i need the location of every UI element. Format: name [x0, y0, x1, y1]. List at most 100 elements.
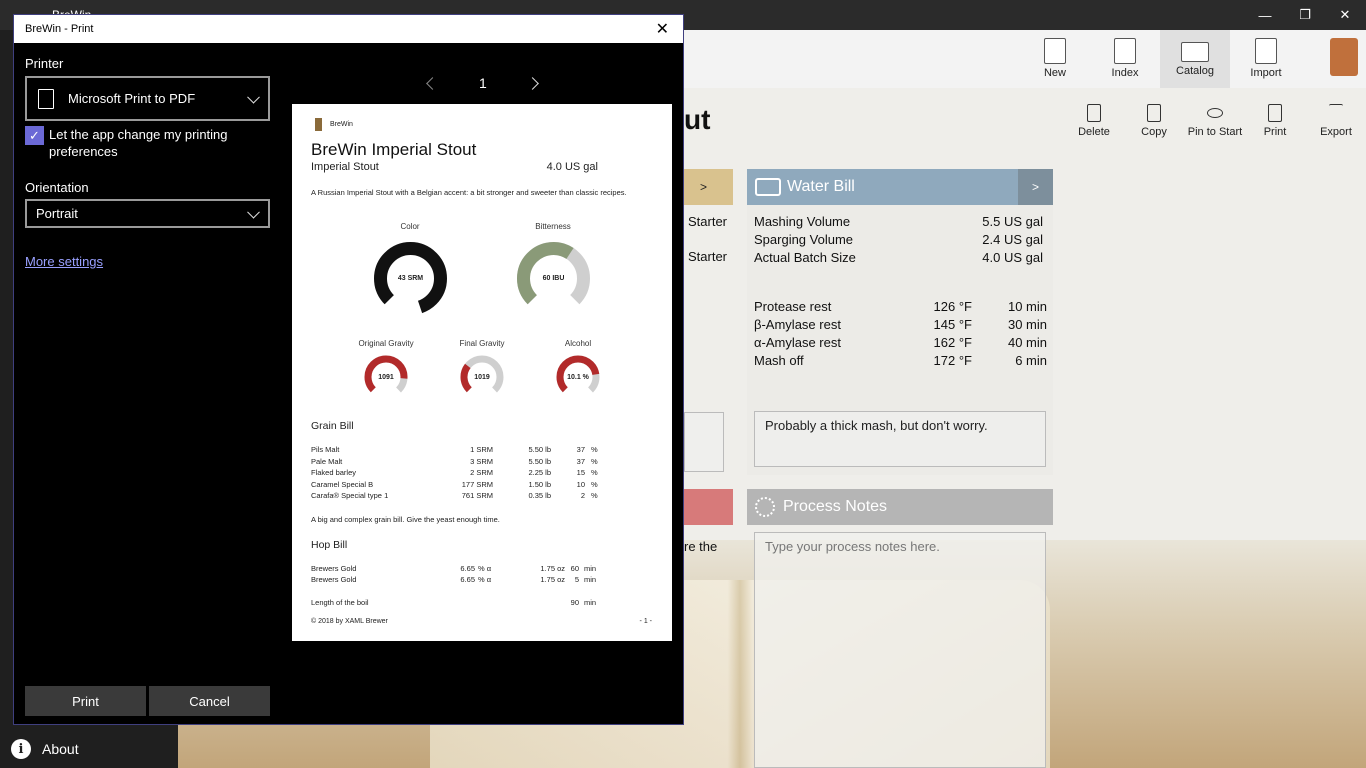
hop-name: Brewers Gold [311, 564, 357, 573]
clipboard-icon[interactable] [1330, 38, 1358, 76]
grain-weight: 5.50 lb [528, 457, 551, 466]
export-button[interactable]: Export [1306, 104, 1366, 138]
grain-pct: 37 [576, 445, 585, 454]
import-icon [1255, 38, 1277, 64]
left-panel-header: > [684, 169, 733, 205]
grain-color: 2 SRM [470, 468, 493, 477]
beer-glass-icon [315, 118, 322, 131]
grain-bill-title: Grain Bill [311, 420, 354, 432]
close-dialog-button[interactable]: ✕ [656, 19, 669, 39]
water-bill-expand[interactable]: > [1018, 169, 1053, 205]
rest-temp: 145 °F [933, 317, 972, 332]
rest-time: 10 min [1007, 299, 1047, 314]
preview-title: BreWin Imperial Stout [311, 140, 477, 159]
print-dialog-title: BreWin - Print [25, 23, 94, 35]
gauge-value: 43 SRM [397, 275, 424, 282]
process-notes-title: Process Notes [783, 498, 888, 515]
hop-alpha: 6.65 [460, 575, 475, 584]
grain-weight: 5.50 lb [528, 445, 551, 454]
chevron-down-icon [247, 205, 260, 219]
catalog-button[interactable]: Catalog [1160, 30, 1230, 88]
left-panel-row: Starter [688, 214, 728, 229]
gauge-label: Original Gravity [358, 339, 414, 348]
chevron-down-icon [247, 90, 260, 104]
process-notes-input[interactable]: Type your process notes here. [754, 532, 1046, 768]
previous-page-icon[interactable] [426, 77, 439, 90]
trash-icon [1087, 104, 1101, 122]
print-button[interactable]: Print [25, 686, 146, 716]
hop-bill-title: Hop Bill [311, 539, 348, 551]
water-note[interactable]: Probably a thick mash, but don't worry. [754, 411, 1046, 467]
hop-weight: 1.75 oz [540, 564, 565, 573]
export-icon [1329, 104, 1343, 122]
copy-button[interactable]: Copy [1124, 104, 1184, 138]
rest-name: Mash off [754, 353, 804, 368]
hop-row: Brewers Gold 6.65 % α 1.75 oz 5 min [311, 575, 601, 586]
hop-name: Brewers Gold [311, 575, 357, 584]
new-label: New [1043, 67, 1066, 79]
grain-pct: 15 [576, 468, 585, 477]
water-row-value: 2.4 US gal [982, 232, 1043, 247]
hop-alpha-unit: % α [478, 564, 492, 573]
grain-color: 1 SRM [470, 445, 493, 454]
orientation-select[interactable]: Portrait [25, 199, 270, 228]
preview-description: A Russian Imperial Stout with a Belgian … [311, 188, 627, 197]
new-button[interactable]: New [1020, 30, 1090, 88]
grain-color: 3 SRM [470, 457, 493, 466]
cancel-button[interactable]: Cancel [149, 686, 270, 716]
water-row-name: Mashing Volume [754, 214, 851, 229]
water-row-value: 5.5 US gal [982, 214, 1043, 229]
hop-weight: 1.75 oz [540, 575, 565, 584]
grain-pct: 37 [576, 457, 585, 466]
rest-name: Protease rest [754, 299, 832, 314]
index-button[interactable]: Index [1090, 30, 1160, 88]
close-window-button[interactable]: ✕ [1322, 0, 1366, 30]
gauge-label: Final Gravity [459, 339, 505, 348]
boil-value: 90 [570, 598, 579, 607]
preview-batch: 4.0 US gal [546, 161, 598, 173]
water-row-name: Sparging Volume [754, 232, 854, 247]
rest-name: β-Amylase rest [754, 317, 841, 332]
rest-time: 30 min [1007, 317, 1047, 332]
book-icon [1181, 42, 1209, 62]
about-button[interactable]: i About [0, 730, 178, 768]
water-row-name: Actual Batch Size [754, 250, 856, 265]
left-panel-row: re the [684, 539, 718, 554]
grain-unit: % [591, 480, 598, 489]
print-page-icon [1268, 104, 1282, 122]
gauge-value: 1091 [378, 374, 394, 381]
print-app-button[interactable]: Print [1245, 104, 1305, 138]
hop-alpha: 6.65 [460, 564, 475, 573]
hop-alpha-unit: % α [478, 575, 492, 584]
gauge-label: Bitterness [535, 222, 571, 231]
delete-button[interactable]: Delete [1064, 104, 1124, 138]
gauge-value: 10.1 % [567, 374, 589, 381]
rest-temp: 126 °F [933, 299, 972, 314]
hop-row: Brewers Gold 6.65 % α 1.75 oz 60 min [311, 564, 601, 575]
printing-preferences-checkbox[interactable]: ✓ [25, 126, 44, 145]
more-settings-link[interactable]: More settings [25, 254, 103, 269]
left-panel-row: Starter [688, 249, 728, 264]
water-row-value: 4.0 US gal [982, 250, 1043, 265]
grain-row: Pale Malt 3 SRM 5.50 lb 37 % [311, 457, 601, 468]
index-label: Index [1111, 67, 1139, 79]
orientation-value: Portrait [36, 206, 78, 221]
grain-row: Flaked barley 2 SRM 2.25 lb 15 % [311, 468, 601, 479]
import-button[interactable]: Import [1231, 30, 1301, 88]
preview-footer-right: - 1 - [639, 618, 652, 625]
print-app-label: Print [1263, 126, 1287, 138]
left-panel-header-red [684, 489, 733, 525]
grain-row: Carafa® Special type 1 761 SRM 0.35 lb 2… [311, 491, 601, 502]
printing-preferences-label: Let the app change my printing preferenc… [49, 127, 228, 159]
copy-label: Copy [1141, 126, 1167, 138]
left-panel-expand[interactable]: > [700, 180, 707, 194]
pin-to-start-button[interactable]: Pin to Start [1185, 104, 1245, 138]
grain-pct: 10 [576, 480, 585, 489]
rest-time: 40 min [1007, 335, 1047, 350]
next-page-icon[interactable] [526, 77, 539, 90]
copy-icon [1147, 104, 1161, 122]
process-notes-header: Process Notes [747, 489, 1053, 525]
water-bill-title: Water Bill [787, 178, 855, 195]
delete-label: Delete [1078, 126, 1110, 138]
printer-select[interactable]: Microsoft Print to PDF [25, 76, 270, 121]
